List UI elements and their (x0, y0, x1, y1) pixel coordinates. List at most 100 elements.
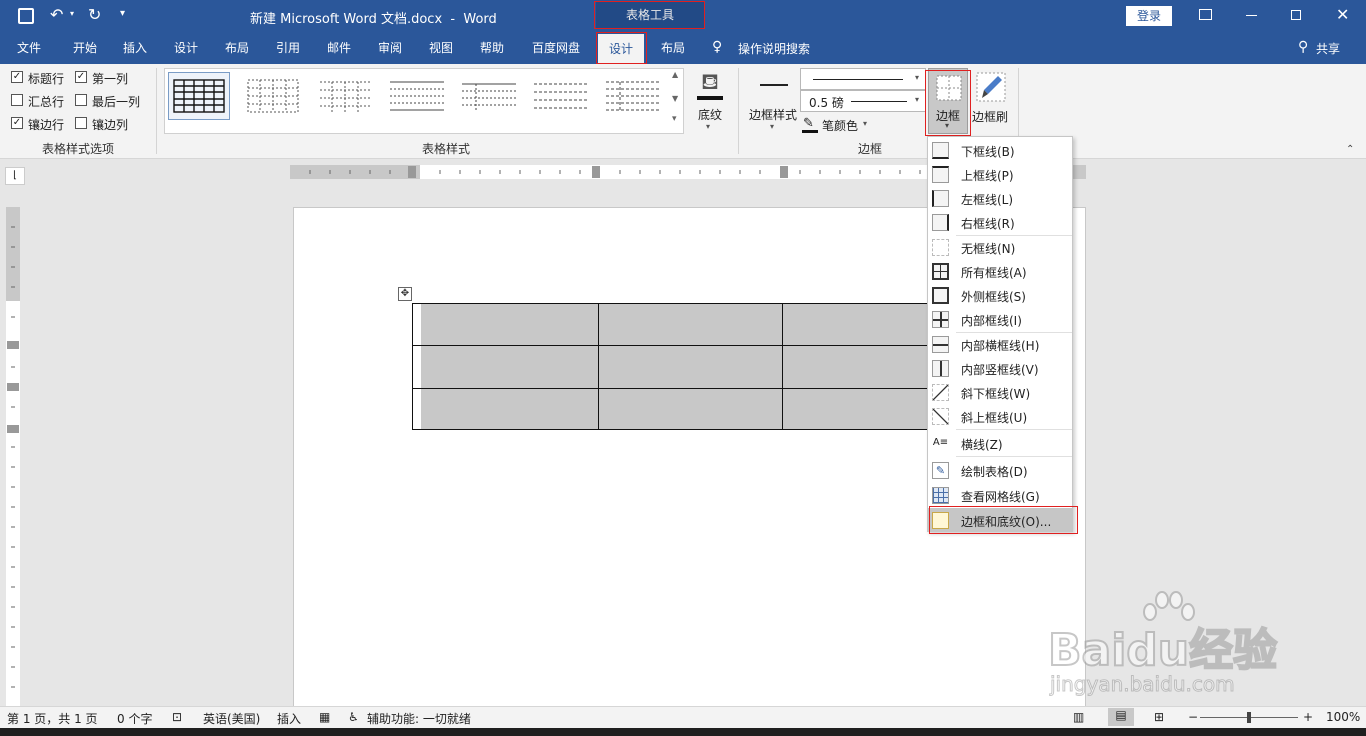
ribbon-display-icon[interactable] (1199, 9, 1212, 20)
menu-item-left-border[interactable]: 左框线(L) (928, 186, 1072, 210)
pen-weight-dropdown[interactable]: 0.5 磅 ▾ (800, 90, 926, 112)
table-column-divider (598, 304, 599, 429)
collapse-ribbon-icon[interactable]: ⌃ (1346, 144, 1354, 155)
line-style-dropdown[interactable]: ▾ (800, 68, 926, 90)
gallery-scroll-up-icon[interactable]: ▲ (672, 70, 678, 79)
pen-color-icon[interactable]: ✎ (803, 116, 814, 131)
tab-selector-icon[interactable]: ⌊ (5, 167, 25, 185)
lightbulb-icon[interactable]: ♀ (712, 39, 722, 55)
inside-borders-icon (932, 311, 949, 328)
tab-review[interactable]: 审阅 (367, 32, 413, 64)
tell-me-search[interactable]: 操作说明搜索 (738, 40, 810, 57)
share-button[interactable]: 共享 (1316, 40, 1340, 57)
total-row-checkbox[interactable] (11, 94, 23, 106)
table-style-grid-selected[interactable] (168, 72, 230, 120)
gallery-more-icon[interactable]: ▾ (672, 114, 677, 124)
accessibility-icon[interactable]: ♿ (348, 710, 359, 724)
pen-color-bar (802, 130, 818, 133)
tab-help[interactable]: 帮助 (469, 32, 515, 64)
undo-icon[interactable]: ↶ (50, 5, 63, 24)
menu-item-outside-borders[interactable]: 外侧框线(S) (928, 283, 1072, 307)
menu-item-inside-vertical-border[interactable]: 内部竖框线(V) (928, 356, 1072, 380)
person-icon[interactable]: ⚲ (1298, 39, 1308, 55)
chevron-down-icon: ▾ (915, 73, 920, 82)
first-column-label: 第一列 (92, 72, 129, 86)
tab-insert[interactable]: 插入 (112, 32, 158, 64)
os-taskbar (0, 728, 1366, 736)
login-button[interactable]: 登录 (1126, 6, 1172, 26)
document-table[interactable] (412, 303, 973, 430)
menu-item-bottom-border[interactable]: 下框线(B) (928, 138, 1072, 162)
header-row-checkbox[interactable]: ✓ (11, 71, 23, 83)
table-style-5[interactable] (458, 72, 520, 120)
tab-references[interactable]: 引用 (265, 32, 311, 64)
tab-file[interactable]: 文件 (8, 32, 50, 64)
paint-bucket-icon[interactable]: ⛾ (696, 70, 724, 98)
menu-item-horizontal-line[interactable]: A≡ 横线(Z) (928, 431, 1072, 455)
zoom-level[interactable]: 100% (1326, 710, 1360, 724)
table-style-6[interactable] (530, 72, 592, 120)
shading-dropdown-icon[interactable]: ▾ (706, 122, 710, 131)
tab-view[interactable]: 视图 (418, 32, 464, 64)
menu-item-diagonal-up-border[interactable]: 斜上框线(U) (928, 404, 1072, 428)
inside-vertical-border-icon (932, 360, 949, 377)
restore-icon[interactable] (1291, 10, 1301, 20)
border-styles-button[interactable]: 边框样式 (749, 106, 797, 123)
save-icon[interactable] (18, 8, 34, 24)
zoom-out-icon[interactable]: − (1188, 710, 1198, 724)
redo-icon[interactable]: ↻ (88, 5, 101, 24)
table-style-2[interactable] (242, 72, 304, 120)
border-styles-dropdown-icon[interactable]: ▾ (770, 122, 774, 131)
first-column-checkbox[interactable]: ✓ (75, 71, 87, 83)
banded-columns-checkbox[interactable] (75, 117, 87, 129)
banded-rows-checkbox[interactable]: ✓ (11, 117, 23, 129)
border-painter-button[interactable]: 边框刷 (972, 68, 1010, 134)
shading-button[interactable]: 底纹 (698, 106, 722, 123)
gallery-scroll-down-icon[interactable]: ▼ (672, 94, 678, 103)
menu-item-view-gridlines[interactable]: 查看网格线(G) (928, 483, 1072, 507)
pen-color-button[interactable]: 笔颜色 (822, 117, 858, 134)
macro-icon[interactable]: ▦ (319, 710, 330, 724)
menu-item-draw-table[interactable]: ✎ 绘制表格(D) (928, 458, 1072, 482)
menu-separator (956, 429, 1072, 430)
language-indicator[interactable]: 英语(美国) (203, 710, 260, 727)
table-move-handle-icon[interactable]: ✥ (398, 287, 412, 301)
menu-item-right-border[interactable]: 右框线(R) (928, 210, 1072, 234)
group-separator (156, 68, 157, 154)
close-icon[interactable]: ✕ (1336, 5, 1349, 24)
menu-item-top-border[interactable]: 上框线(P) (928, 162, 1072, 186)
pen-color-dropdown-icon[interactable]: ▾ (863, 119, 867, 128)
last-column-checkbox[interactable] (75, 94, 87, 106)
menu-item-diagonal-down-border[interactable]: 斜下框线(W) (928, 380, 1072, 404)
zoom-in-icon[interactable]: + (1303, 710, 1313, 724)
insert-mode[interactable]: 插入 (277, 710, 301, 727)
zoom-slider-thumb[interactable] (1247, 712, 1251, 723)
read-mode-icon[interactable]: ▥ (1073, 710, 1084, 724)
menu-item-all-borders[interactable]: 所有框线(A) (928, 259, 1072, 283)
tab-mailings[interactable]: 邮件 (316, 32, 362, 64)
document-title: 新建 Microsoft Word 文档.docx - Word (250, 12, 497, 27)
menu-item-no-border[interactable]: 无框线(N) (928, 235, 1072, 259)
tab-baidu-netdisk[interactable]: 百度网盘 (523, 32, 589, 64)
table-style-7[interactable] (602, 72, 664, 120)
tab-design[interactable]: 设计 (163, 32, 209, 64)
tab-home[interactable]: 开始 (62, 32, 108, 64)
tab-table-layout[interactable]: 布局 (650, 32, 696, 64)
menu-item-inside-borders[interactable]: 内部框线(I) (928, 307, 1072, 331)
print-layout-icon[interactable]: ▤ (1108, 708, 1134, 726)
menu-item-inside-horizontal-border[interactable]: 内部横框线(H) (928, 332, 1072, 356)
border-styles-line-icon[interactable] (760, 84, 788, 86)
table-style-3[interactable] (314, 72, 376, 120)
title-bar: ↶ ▾ ↻ ▾ 新建 Microsoft Word 文档.docx - Word… (0, 0, 1366, 32)
accessibility-status[interactable]: 辅助功能: 一切就绪 (367, 710, 471, 727)
proofing-icon[interactable]: ⊡ (172, 710, 182, 724)
vertical-ruler[interactable] (6, 207, 20, 707)
minimize-icon[interactable] (1246, 15, 1257, 16)
undo-dropdown-icon[interactable]: ▾ (70, 9, 74, 18)
word-count[interactable]: 0 个字 (117, 710, 152, 727)
page-count[interactable]: 第 1 页，共 1 页 (7, 710, 98, 727)
table-style-4[interactable] (386, 72, 448, 120)
tab-layout[interactable]: 布局 (214, 32, 260, 64)
customize-qat-icon[interactable]: ▾ (120, 8, 125, 19)
web-layout-icon[interactable]: ⊞ (1154, 710, 1164, 724)
